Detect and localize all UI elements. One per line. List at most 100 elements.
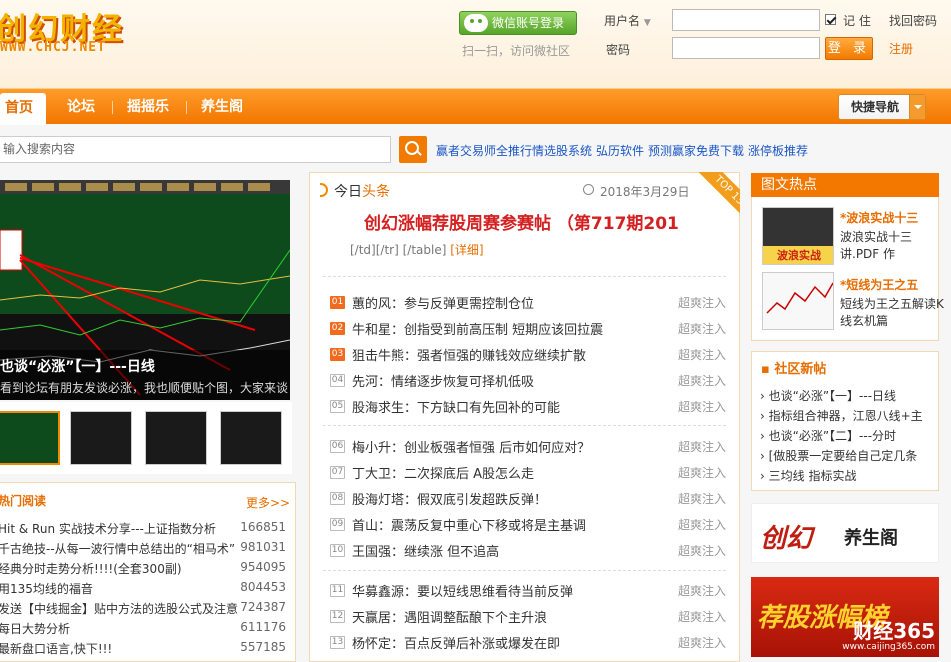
article-title[interactable]: 首山：震荡反复中重心下移或将是主基调	[352, 515, 586, 534]
article-row[interactable]: 05 股海求生：下方缺口有先回补的可能 超爽注入	[330, 396, 726, 418]
username-label[interactable]: 用户名 ▼	[604, 12, 651, 29]
article-row[interactable]: 09 首山：震荡反复中重心下移或将是主基调 超爽注入	[330, 514, 726, 536]
hot-reading-title: 热门阅读	[0, 494, 47, 508]
hot-reading-more-link[interactable]: 更多>>	[246, 494, 290, 511]
article-title[interactable]: 王国强：继续涨 但不追高	[352, 541, 499, 560]
photo-thumb[interactable]	[762, 272, 834, 330]
article-user[interactable]: 超爽注入	[678, 490, 726, 507]
rank-badge: 11	[330, 584, 345, 597]
remember-checkbox[interactable]	[825, 14, 836, 25]
article-title[interactable]: 股海灯塔：假双底引发超跌反弹！	[352, 489, 547, 508]
article-title[interactable]: 狙击牛熊：强者恒强的赚钱效应继续扩散	[352, 345, 586, 364]
article-user[interactable]: 超爽注入	[678, 516, 726, 533]
tab-health[interactable]: 养生阁	[201, 89, 243, 125]
date-label: 2018年3月29日	[600, 185, 690, 199]
list-item[interactable]: 千古绝技--从每一波行情中总结出的“相马术” 981031	[0, 540, 286, 560]
tab-forum[interactable]: 论坛	[67, 89, 95, 125]
slider-thumb[interactable]	[0, 411, 60, 465]
article-title[interactable]: 丁大卫：二次探底后 A股怎么走	[352, 463, 534, 482]
list-item[interactable]: 最新盘口语言,快下!!! 557185	[0, 640, 286, 660]
rank-badge: 10	[330, 544, 345, 557]
article-row[interactable]: 11 华募鑫源：要以短线思维看待当前反弹 超爽注入	[330, 580, 726, 602]
main-nav: 首页 论坛 摇摇乐 养生阁 快捷导航	[0, 88, 951, 125]
article-row[interactable]: 07 丁大卫：二次探底后 A股怎么走 超爽注入	[330, 462, 726, 484]
rank-badge: 05	[330, 400, 345, 413]
list-item[interactable]: › 指标组合神器，江恩八线+主	[760, 407, 923, 424]
slider-caption-title[interactable]: 也谈“必涨”【一】---日线	[0, 356, 155, 376]
article-user[interactable]: 超爽注入	[678, 464, 726, 481]
promo-link[interactable]: 弘历软件	[596, 144, 644, 158]
article-title[interactable]: 股海求生：下方缺口有先回补的可能	[352, 397, 560, 416]
promo-link[interactable]: 预测赢家免费下载	[648, 144, 744, 158]
article-user[interactable]: 超爽注入	[678, 398, 726, 415]
login-button[interactable]: 登 录	[825, 37, 873, 60]
article-row[interactable]: 06 梅小升：创业板强者恒强 后市如何应对？ 超爽注入	[330, 436, 726, 458]
photo-thumb[interactable]: 波浪实战	[762, 207, 834, 265]
password-input[interactable]	[672, 37, 820, 59]
site-logo-url: WWW.CHCJ.NET	[0, 40, 106, 55]
article-title[interactable]: 蕙的风：参与反弹更需控制仓位	[352, 293, 534, 312]
article-title[interactable]: 牛和星：创指受到前高压制 短期应该回拉震	[352, 319, 603, 338]
tab-home[interactable]: 首页	[0, 93, 46, 125]
photo-item-desc: 波浪实战十三讲.PDF 作	[840, 230, 913, 261]
banner-url: www.caijing365.com	[842, 642, 935, 652]
article-title[interactable]: 梅小升：创业板强者恒强 后市如何应对？	[352, 437, 590, 456]
article-row[interactable]: 08 股海灯塔：假双底引发超跌反弹！ 超爽注入	[330, 488, 726, 510]
password-label: 密码	[606, 43, 631, 57]
health-banner[interactable]: 创幻 养生阁	[751, 503, 939, 563]
photo-item-title[interactable]: *短线为王之五	[840, 276, 918, 293]
article-user[interactable]: 超爽注入	[678, 608, 726, 625]
tab-shake[interactable]: 摇摇乐	[127, 89, 169, 125]
list-item[interactable]: › 三均线 指标实战	[760, 467, 856, 484]
search-input[interactable]: 输入搜索内容	[0, 136, 391, 163]
rank-badge: 03	[330, 348, 345, 361]
slider-thumb[interactable]	[145, 411, 207, 465]
stock-rank-banner[interactable]: 荐股涨幅榜 财经365 www.caijing365.com	[751, 577, 939, 657]
article-title[interactable]: 杨怀定：百点反弹后补涨或爆发在即	[352, 633, 560, 652]
search-icon[interactable]	[399, 136, 427, 163]
list-item[interactable]: › 也谈“必涨”【二】---分时	[760, 427, 896, 444]
list-item[interactable]: › 也谈“必涨”【一】---日线	[760, 387, 896, 404]
article-user[interactable]: 超爽注入	[678, 438, 726, 455]
list-item[interactable]: 发送【中线掘金】贴中方法的选股公式及注意 724387	[0, 600, 286, 620]
article-user[interactable]: 超爽注入	[678, 346, 726, 363]
list-item[interactable]: Hit & Run 实战技术分享---上证指数分析 166851	[0, 520, 286, 540]
forgot-password-link[interactable]: 找回密码	[889, 12, 937, 29]
article-user[interactable]: 超爽注入	[678, 542, 726, 559]
article-user[interactable]: 超爽注入	[678, 372, 726, 389]
article-title[interactable]: 华募鑫源：要以短线思维看待当前反弹	[352, 581, 573, 600]
article-row[interactable]: 01 蕙的风：参与反弹更需控制仓位 超爽注入	[330, 292, 726, 314]
article-user[interactable]: 超爽注入	[678, 320, 726, 337]
article-row[interactable]: 04 先河：情绪逐步恢复可择机低吸 超爽注入	[330, 370, 726, 392]
article-user[interactable]: 超爽注入	[678, 294, 726, 311]
username-input[interactable]	[672, 9, 820, 31]
banner-text: 养生阁	[844, 528, 898, 549]
headline-title[interactable]: 创幻涨幅荐股周赛参赛帖 （第717期201	[364, 209, 679, 234]
register-link[interactable]: 注册	[889, 40, 913, 57]
quick-nav-button[interactable]: 快捷导航	[838, 94, 926, 120]
list-item[interactable]: 经典分时走势分析!!!!(全套300副) 954095	[0, 560, 286, 580]
article-row[interactable]: 02 牛和星：创指受到前高压制 短期应该回拉震 超爽注入	[330, 318, 726, 340]
article-row[interactable]: 03 狙击牛熊：强者恒强的赚钱效应继续扩散 超爽注入	[330, 344, 726, 366]
slider-caption-sub: 看到论坛有朋友发谈必涨，我也顺便贴个图，大家来谈	[0, 381, 289, 395]
photo-item-title[interactable]: *波浪实战十三	[840, 209, 918, 226]
article-row[interactable]: 12 天赢居：遇阻调整酝酿下个主升浪 超爽注入	[330, 606, 726, 628]
article-user[interactable]: 超爽注入	[678, 582, 726, 599]
promo-link[interactable]: 赢者交易师全推行情选股系统	[436, 144, 592, 158]
wechat-login-button[interactable]: 微信账号登录	[459, 11, 577, 35]
article-title[interactable]: 先河：情绪逐步恢复可择机低吸	[352, 371, 534, 390]
list-item[interactable]: 每日大势分析 611176	[0, 620, 286, 640]
banner-logo: 创幻	[760, 524, 813, 554]
slider-thumb[interactable]	[70, 411, 132, 465]
list-item[interactable]: 用135均线的福音 804453	[0, 580, 286, 600]
detail-link[interactable]: [详细]	[450, 243, 483, 257]
article-user[interactable]: 超爽注入	[678, 634, 726, 651]
nav-divider	[112, 101, 113, 114]
slider-thumb[interactable]	[220, 411, 282, 465]
article-row[interactable]: 10 王国强：继续涨 但不追高 超爽注入	[330, 540, 726, 562]
rank-badge: 07	[330, 466, 345, 479]
article-row[interactable]: 13 杨怀定：百点反弹后补涨或爆发在即 超爽注入	[330, 632, 726, 654]
promo-link[interactable]: 涨停板推荐	[748, 144, 808, 158]
article-title[interactable]: 天赢居：遇阻调整酝酿下个主升浪	[352, 607, 547, 626]
list-item[interactable]: › [做股票一定要给自己定几条	[760, 447, 917, 464]
